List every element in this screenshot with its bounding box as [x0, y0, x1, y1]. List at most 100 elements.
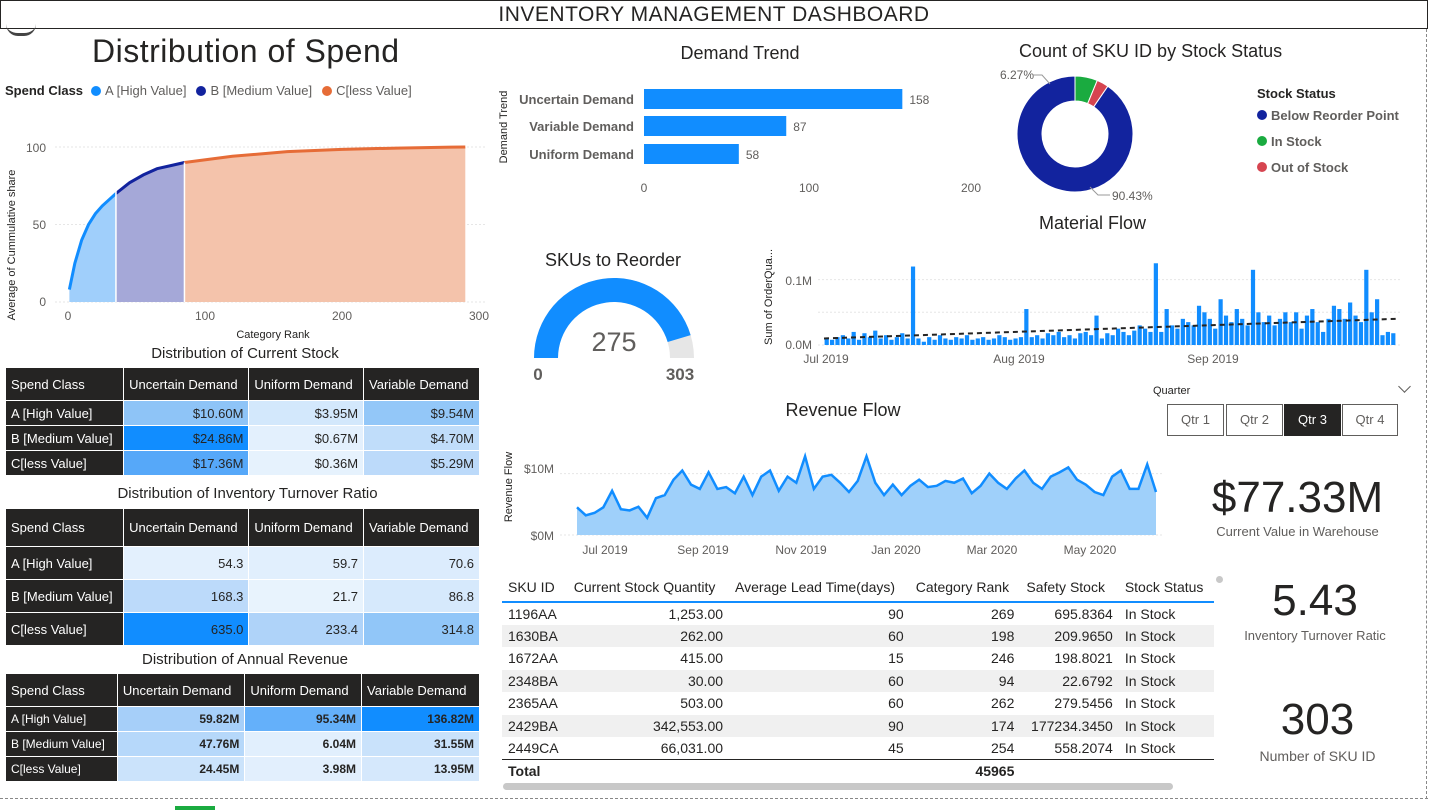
material-flow-bar [1056, 331, 1061, 345]
material-flow-bar [1121, 331, 1126, 345]
current-stock-matrix[interactable]: Spend Class Uncertain Demand Uniform Dem… [4, 367, 480, 476]
demand-trend-chart[interactable]: Demand Trend 0 100 200 Uncertain Demand 1… [495, 80, 985, 200]
material-flow-bar [991, 338, 997, 345]
turnover-value-label: Inventory Turnover Ratic [1244, 628, 1386, 643]
sku-header-rank[interactable]: Category Rank [909, 572, 1021, 603]
material-flow-bar [1169, 325, 1175, 345]
sku-table[interactable]: SKU ID Current Stock Quantity Average Le… [502, 572, 1214, 782]
material-flow-bar [1072, 338, 1078, 345]
demand-value-label: 158 [909, 93, 929, 107]
cell: 22.6792 [1020, 669, 1119, 692]
revenue-flow-chart[interactable]: Revenue Flow $0M $10M Jul 2019 Sep 2019 … [498, 425, 1178, 565]
sku-header-stock[interactable]: Current Stock Quantity [567, 572, 730, 603]
matrix-header[interactable]: Uncertain Demand [123, 508, 250, 547]
matrix-header[interactable]: Uncertain Demand [116, 673, 246, 707]
table-row[interactable]: 2348BA 30.00 60 94 22.6792 In Stock [502, 669, 1214, 692]
material-flow-bar [1105, 333, 1110, 345]
matrix-header[interactable]: Uniform Demand [248, 367, 365, 401]
matrix-header[interactable]: Spend Class [4, 367, 125, 401]
cell: 2429BA [502, 714, 568, 737]
matrix-cell: 21.7 [248, 579, 365, 613]
material-flow-bar [1191, 325, 1196, 345]
cell: In Stock [1124, 605, 1176, 622]
turnover-matrix[interactable]: Spend Class Uncertain Demand Uniform Dem… [4, 508, 480, 646]
rflow-xtick: May 2020 [1064, 543, 1117, 557]
cell: 1630BA [502, 624, 568, 647]
bottom-tab[interactable] [175, 806, 215, 810]
material-flow-bar [1142, 328, 1148, 345]
gauge-min: 0 [533, 365, 542, 384]
matrix-row-label: A [High Value] [5, 706, 118, 732]
material-flow-bar [975, 338, 980, 345]
vertical-scrollbar-thumb[interactable] [1216, 576, 1223, 583]
matrix-header[interactable]: Uniform Demand [248, 508, 365, 547]
matrix-header[interactable]: Variable Demand [363, 508, 480, 547]
slicer-qtr2-button[interactable]: Qtr 2 [1226, 404, 1283, 436]
stock-status-legend: Stock Status Below Reorder Point In Stoc… [1257, 86, 1399, 181]
spend-area-chart[interactable]: Category Rank Average of Cummulative sha… [0, 105, 495, 345]
turnover-value: 5.43 [1272, 576, 1358, 625]
matrix-header[interactable]: Uncertain Demand [123, 367, 250, 401]
material-flow-bar [1391, 333, 1396, 345]
stock-status-title: Count of SKU ID by Stock Status [1019, 41, 1283, 61]
legend-item-out-of-stock[interactable]: Out of Stock [1257, 155, 1399, 181]
slicer-qtr3-button[interactable]: Qtr 3 [1284, 404, 1341, 436]
cell: 198 [909, 624, 1021, 647]
matrix-row-label: A [High Value] [4, 400, 125, 426]
legend-item-in-stock[interactable]: In Stock [1257, 129, 1399, 155]
legend-item-b[interactable]: B [Medium Value] [210, 83, 312, 98]
matrix-header[interactable]: Variable Demand [361, 673, 480, 707]
annual-revenue-matrix[interactable]: Spend Class Uncertain Demand Uniform Dem… [5, 673, 480, 782]
table-row[interactable]: 2449CA 66,031.00 45 254 558.2074 In Stock [502, 737, 1214, 760]
material-flow-bar [1029, 337, 1034, 345]
material-flow-bar [1094, 315, 1099, 345]
matrix-cell: 31.55M [361, 731, 480, 757]
matrix-cell: 168.3 [123, 579, 250, 613]
matrix-header[interactable]: Spend Class [4, 508, 125, 547]
sku-header-id[interactable]: SKU ID [502, 572, 568, 603]
stock-status-donut[interactable]: 6.27% 90.43% [990, 62, 1160, 207]
slicer-qtr4-button[interactable]: Qtr 4 [1342, 404, 1398, 436]
table-row[interactable]: 1672AA 415.00 15 246 198.8021 In Stock [502, 647, 1214, 670]
legend-item-below-reorder[interactable]: Below Reorder Point [1257, 103, 1399, 129]
material-flow-chart[interactable]: Sum of OrderQua... 0.0M 0.1M Jul 2019 Au… [760, 240, 1410, 370]
page-border-right [1426, 29, 1427, 799]
material-flow-bar [1148, 331, 1153, 345]
warehouse-value: $77.33M [1211, 473, 1384, 522]
chevron-down-icon[interactable] [1398, 380, 1411, 393]
sku-count-card: 303 Number of SKU ID [1225, 692, 1410, 764]
matrix-cell: $0.67M [248, 425, 365, 451]
cell: 66,031.00 [660, 740, 724, 756]
matrix-header[interactable]: Variable Demand [363, 367, 480, 401]
legend-dot-b [196, 85, 207, 96]
legend-item-a[interactable]: A [High Value] [105, 83, 186, 98]
cell: 2348BA [502, 669, 568, 692]
legend-item-c[interactable]: C[less Value] [336, 83, 412, 98]
material-flow-bar [1375, 299, 1380, 345]
cell: 94 [909, 669, 1021, 692]
cell: 1672AA [508, 650, 558, 667]
matrix-header[interactable]: Spend Class [5, 673, 118, 707]
cell: 174 [909, 714, 1021, 737]
horizontal-scrollbar[interactable] [503, 783, 1173, 790]
skus-to-reorder-gauge[interactable]: 275 0 303 [520, 278, 710, 388]
spend-area-2 [184, 147, 466, 302]
matrix-header[interactable]: Uniform Demand [244, 673, 363, 707]
table-row[interactable]: 1196AA 1,253.00 90 269 695.8364 In Stock [502, 602, 1214, 625]
table-row[interactable]: 2429BA 342,553.00 90 174 177234.3450 In Stock [502, 714, 1214, 737]
matrix-row-label: C[less Value] [4, 612, 125, 646]
material-flow-bar [1110, 335, 1115, 345]
material-flow-bar [1159, 331, 1164, 345]
matrix-cell: 54.3 [123, 546, 250, 580]
donut-label-in-stock: 6.27% [1000, 68, 1034, 82]
sku-header-leadtime[interactable]: Average Lead Time(days) [729, 572, 910, 603]
sku-header-safety[interactable]: Safety Stock [1020, 572, 1119, 603]
sku-header-status[interactable]: Stock Status [1118, 572, 1214, 603]
matrix-cell: 24.45M [116, 756, 246, 782]
table-row[interactable]: 2365AA 503.00 60 262 279.5456 In Stock [502, 692, 1214, 715]
material-flow-title: Material Flow [1038, 213, 1147, 233]
material-flow-bar [1099, 338, 1105, 345]
material-flow-bar [1067, 335, 1072, 345]
matrix-cell: 136.82M [361, 706, 480, 732]
table-row[interactable]: 1630BA 262.00 60 198 209.9650 In Stock [502, 624, 1214, 647]
